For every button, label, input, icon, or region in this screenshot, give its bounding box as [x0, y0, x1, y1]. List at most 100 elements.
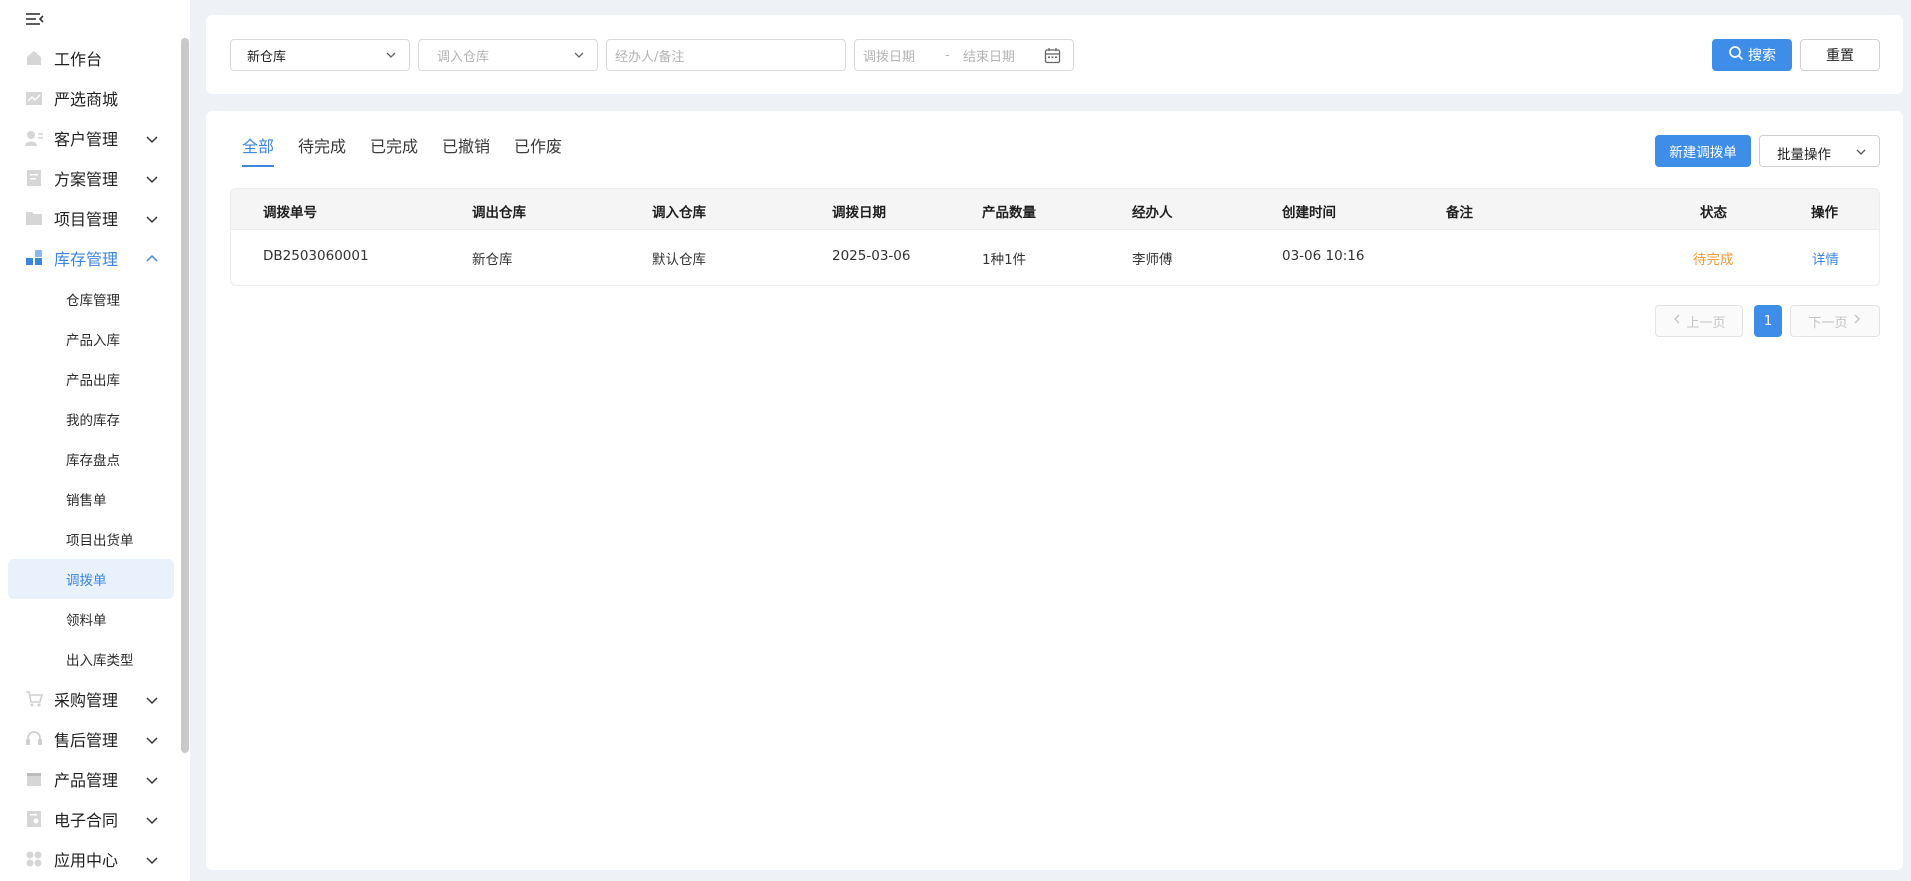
- sidebar-item-purchase[interactable]: 采购管理: [8, 679, 174, 719]
- date-end-placeholder: 结束日期: [963, 49, 1016, 65]
- transfer-list-panel: 全部 待完成 已完成 已撤销 已作废 新建调拨单 批量操作 调拨单号 调出仓库 …: [206, 111, 1903, 870]
- new-transfer-button[interactable]: 新建调拨单: [1655, 135, 1751, 167]
- next-page-button[interactable]: 下一页: [1790, 305, 1880, 337]
- col-header: 调出仓库: [472, 205, 526, 221]
- sidebar-subitem-label: 库存盘点: [66, 453, 120, 469]
- next-page-label: 下一页: [1808, 315, 1848, 331]
- sidebar-subitem-my-stock[interactable]: 我的库存: [8, 399, 174, 439]
- home-icon: [25, 49, 43, 67]
- sidebar-item-contract[interactable]: 电子合同: [8, 799, 174, 839]
- sidebar-item-label: 客户管理: [54, 130, 119, 149]
- col-header: 操作: [1811, 205, 1838, 221]
- sidebar-subitem-label: 销售单: [66, 493, 107, 509]
- prev-page-label: 上一页: [1686, 315, 1726, 331]
- batch-actions-dropdown[interactable]: 批量操作: [1759, 135, 1880, 167]
- chevron-down-icon: [145, 171, 159, 185]
- sidebar-subitem-stocktake[interactable]: 库存盘点: [8, 439, 174, 479]
- prev-page-button[interactable]: 上一页: [1655, 305, 1743, 337]
- sidebar-subitem-transfer-order[interactable]: 调拨单: [8, 559, 174, 599]
- active-tab-indicator: [242, 165, 274, 167]
- sidebar-subitem-project-shipment[interactable]: 项目出货单: [8, 519, 174, 559]
- chevron-down-icon: [145, 852, 159, 866]
- cell-created: 03-06 10:16: [1282, 248, 1365, 264]
- reset-button[interactable]: 重置: [1800, 39, 1880, 71]
- tab-completed[interactable]: 已完成: [370, 133, 418, 157]
- sidebar-subitem-label: 调拨单: [66, 573, 107, 589]
- col-header: 调拨日期: [832, 205, 886, 221]
- table-row: DB2503060001 新仓库 默认仓库 2025-03-06 1种1件 李师…: [231, 230, 1879, 285]
- sidebar-item-aftersales[interactable]: 售后管理: [8, 719, 174, 759]
- tab-voided[interactable]: 已作废: [514, 133, 562, 157]
- sidebar-item-project[interactable]: 项目管理: [8, 198, 174, 238]
- tab-pending[interactable]: 待完成: [298, 133, 346, 157]
- sidebar-subitem-label: 我的库存: [66, 413, 120, 429]
- sidebar-item-apps[interactable]: 应用中心: [8, 839, 174, 879]
- store-icon: [25, 89, 43, 107]
- sidebar-subitem-requisition[interactable]: 领料单: [8, 599, 174, 639]
- chevron-down-icon: [385, 49, 397, 61]
- sidebar-item-mall[interactable]: 严选商城: [8, 78, 174, 118]
- col-header: 备注: [1446, 205, 1473, 221]
- sidebar-item-product[interactable]: 产品管理: [8, 759, 174, 799]
- cell-quantity: 1种1件: [982, 252, 1027, 268]
- menu-fold-icon[interactable]: [24, 10, 46, 28]
- sidebar-item-plan[interactable]: 方案管理: [8, 158, 174, 198]
- batch-actions-label: 批量操作: [1777, 147, 1831, 163]
- folder-icon: [25, 209, 43, 227]
- col-header: 调拨单号: [263, 205, 317, 221]
- cell-in-warehouse: 默认仓库: [652, 252, 706, 268]
- date-range-picker[interactable]: 调拨日期 - 结束日期: [854, 39, 1074, 71]
- in-warehouse-select[interactable]: 调入仓库: [418, 39, 598, 71]
- cell-date: 2025-03-06: [832, 248, 911, 264]
- cell-handler: 李师傅: [1132, 252, 1173, 268]
- sidebar-item-label: 电子合同: [54, 811, 119, 830]
- sidebar-subitem-sales-order[interactable]: 销售单: [8, 479, 174, 519]
- out-warehouse-select[interactable]: 新仓库: [230, 39, 410, 71]
- keyword-placeholder: 经办人/备注: [615, 49, 685, 65]
- sidebar-subitem-inbound[interactable]: 产品入库: [8, 319, 174, 359]
- search-button-label: 搜索: [1748, 48, 1776, 64]
- sidebar-item-workbench[interactable]: 工作台: [8, 38, 174, 78]
- calendar-icon: [1044, 47, 1061, 64]
- sidebar-subitem-label: 仓库管理: [66, 293, 120, 309]
- sidebar-item-label: 严选商城: [54, 90, 119, 109]
- sidebar-item-label: 产品管理: [54, 771, 119, 790]
- cell-transfer-no: DB2503060001: [263, 248, 369, 264]
- chevron-down-icon: [145, 131, 159, 145]
- sidebar-subitem-warehouse[interactable]: 仓库管理: [8, 279, 174, 319]
- date-separator: -: [945, 47, 950, 63]
- keyword-input[interactable]: 经办人/备注: [606, 39, 846, 71]
- sidebar-item-label: 售后管理: [54, 731, 119, 750]
- apps-icon: [25, 850, 43, 868]
- page-number[interactable]: 1: [1754, 305, 1782, 337]
- tab-revoked[interactable]: 已撤销: [442, 133, 490, 157]
- col-header: 状态: [1700, 205, 1727, 221]
- chevron-down-icon: [1855, 146, 1867, 158]
- sidebar-item-label: 采购管理: [54, 691, 119, 710]
- chevron-down-icon: [145, 772, 159, 786]
- cell-out-warehouse: 新仓库: [472, 252, 513, 268]
- out-warehouse-value: 新仓库: [247, 49, 287, 65]
- detail-link[interactable]: 详情: [1812, 248, 1839, 268]
- chevron-down-icon: [573, 49, 585, 61]
- chevron-left-icon: [1672, 313, 1682, 329]
- sidebar-scrollbar[interactable]: [181, 38, 189, 753]
- col-header: 调入仓库: [652, 205, 706, 221]
- sidebar-subitem-label: 领料单: [66, 613, 107, 629]
- col-header: 经办人: [1132, 205, 1173, 221]
- headset-icon: [25, 730, 43, 748]
- tab-all[interactable]: 全部: [242, 133, 274, 157]
- sidebar-subitem-io-types[interactable]: 出入库类型: [8, 639, 174, 679]
- search-panel: 新仓库 调入仓库 经办人/备注 调拨日期 - 结束日期 搜索 重置: [206, 15, 1903, 94]
- contract-icon: [25, 810, 43, 828]
- sidebar-item-customer[interactable]: 客户管理: [8, 118, 174, 158]
- sidebar-subitem-label: 产品入库: [66, 333, 120, 349]
- search-button[interactable]: 搜索: [1712, 39, 1792, 71]
- sidebar-subitem-label: 出入库类型: [66, 653, 134, 669]
- sidebar-item-label: 方案管理: [54, 170, 119, 189]
- status-badge: 待完成: [1693, 252, 1734, 268]
- sidebar-subitem-outbound[interactable]: 产品出库: [8, 359, 174, 399]
- sidebar-item-inventory[interactable]: 库存管理: [8, 238, 174, 278]
- product-icon: [25, 770, 43, 788]
- transfer-table: 调拨单号 调出仓库 调入仓库 调拨日期 产品数量 经办人 创建时间 备注 状态 …: [230, 188, 1880, 286]
